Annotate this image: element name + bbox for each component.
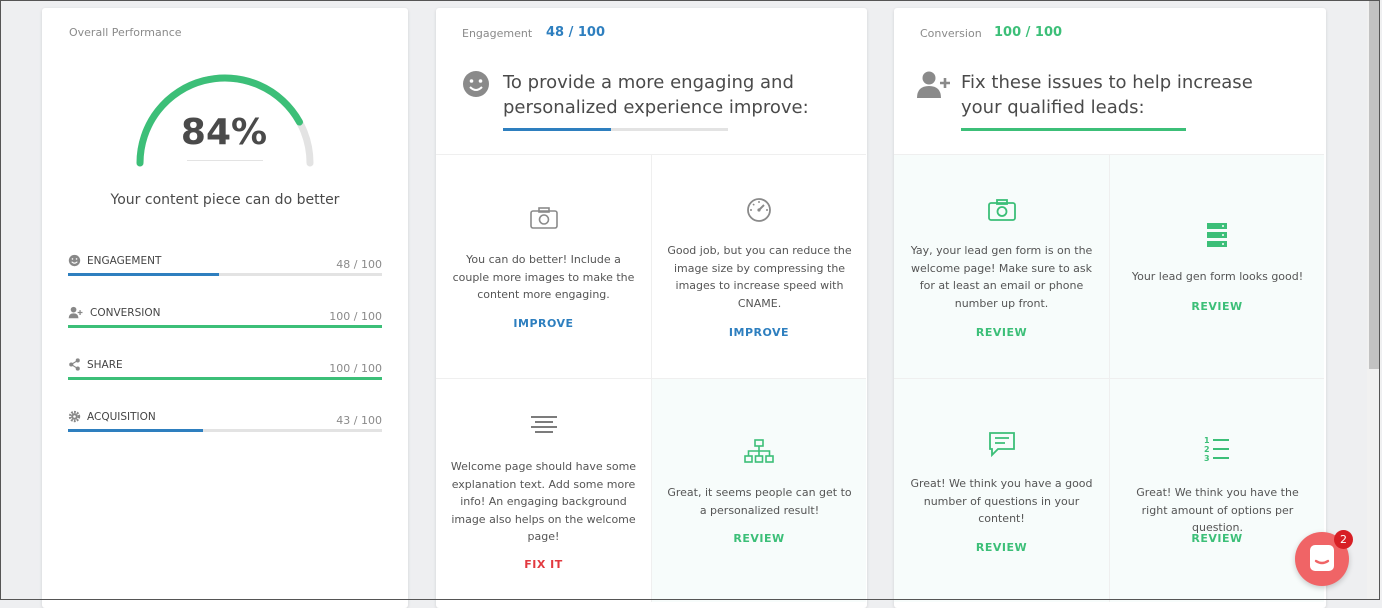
conversion-cell-lead-form-welcome: Yay, your lead gen form is on the welcom…	[894, 154, 1109, 378]
notification-badge: 2	[1334, 530, 1353, 549]
cell-text: Welcome page should have some explanatio…	[450, 460, 637, 543]
engagement-score: 48 / 100	[546, 25, 606, 40]
metric-bar	[68, 377, 382, 380]
improve-images-button[interactable]: IMPROVE	[436, 317, 651, 330]
conversion-cell-lead-form: Your lead gen form looks good! REVIEW	[1109, 154, 1324, 378]
svg-text:1: 1	[1204, 436, 1210, 445]
svg-text:2: 2	[1204, 445, 1210, 454]
engagement-label: Engagement	[462, 27, 533, 40]
review-questions-button[interactable]: REVIEW	[894, 541, 1109, 554]
engagement-cell-speed: Good job, but you can reduce the image s…	[651, 154, 866, 378]
metric-bar-fill	[68, 273, 219, 276]
cell-text: Great! We think you have the right amoun…	[1136, 486, 1299, 534]
overall-score: 84%	[180, 112, 268, 153]
engagement-cell-personalized: Great, it seems people can get to a pers…	[651, 378, 866, 602]
metric-bar	[68, 429, 382, 432]
metric-label: CONVERSION	[90, 306, 161, 319]
metric-label: SHARE	[87, 358, 123, 371]
numbered-list-icon: 123	[1204, 436, 1229, 463]
engagement-heading: To provide a more engaging and personali…	[503, 72, 809, 118]
review-form-button[interactable]: REVIEW	[1110, 300, 1324, 313]
conversion-card: Conversion 100 / 100 Fix these issues to…	[894, 8, 1326, 608]
metric-label: ACQUISITION	[87, 410, 156, 423]
conversion-progress-fill	[961, 128, 1186, 131]
cell-text: Great, it seems people can get to a pers…	[667, 486, 852, 517]
conversion-label: Conversion	[920, 27, 982, 40]
metric-bar-fill	[68, 377, 382, 380]
engagement-cell-welcome-text: Welcome page should have some explanatio…	[436, 378, 651, 602]
metric-bar	[68, 325, 382, 328]
conversion-heading: Fix these issues to help increase your q…	[961, 72, 1253, 118]
svg-text:3: 3	[1204, 454, 1210, 463]
metric-bar	[68, 273, 382, 276]
sitemap-icon	[744, 439, 774, 463]
metric-score: 43 / 100	[336, 414, 382, 427]
metric-bar-fill	[68, 325, 382, 328]
engagement-cell-images: You can do better! Include a couple more…	[436, 154, 651, 378]
camera-icon	[987, 199, 1016, 221]
comment-icon	[988, 432, 1015, 458]
improve-speed-button[interactable]: IMPROVE	[652, 326, 866, 339]
conversion-score: 100 / 100	[994, 25, 1063, 40]
camera-icon	[529, 207, 558, 229]
metric-score: 48 / 100	[336, 258, 382, 271]
overall-performance-card: Overall Performance 84% Your content pie…	[42, 8, 408, 608]
metric-label: ENGAGEMENT	[87, 254, 162, 267]
engagement-progress-fill	[503, 128, 611, 131]
metric-score: 100 / 100	[329, 310, 382, 323]
review-lead-form-button[interactable]: REVIEW	[894, 326, 1109, 339]
conversion-cell-options: 123 Great! We think you have the right a…	[1109, 378, 1324, 602]
review-options-button[interactable]: REVIEW	[1110, 532, 1324, 545]
scrollbar-thumb[interactable]	[1369, 1, 1379, 369]
conversion-progress	[961, 128, 1186, 131]
smile-icon	[68, 254, 81, 267]
engagement-card: Engagement 48 / 100 To provide a more en…	[436, 8, 867, 608]
gear-icon	[68, 410, 81, 423]
metric-bar-fill	[68, 429, 204, 432]
form-icon	[1207, 223, 1227, 247]
engagement-progress	[503, 128, 728, 131]
add-user-icon	[917, 71, 950, 98]
conversion-cell-questions: Great! We think you have a good number o…	[894, 378, 1109, 602]
cell-text: Good job, but you can reduce the image s…	[667, 244, 852, 310]
cell-text: Great! We think you have a good number o…	[910, 477, 1093, 525]
share-icon	[69, 358, 80, 371]
review-personalized-button[interactable]: REVIEW	[652, 532, 866, 545]
smile-icon	[463, 71, 489, 97]
add-user-icon	[68, 306, 83, 319]
overall-message: Your content piece can do better	[110, 192, 340, 208]
cell-text: You can do better! Include a couple more…	[452, 253, 635, 301]
overall-performance-title: Overall Performance	[69, 26, 182, 39]
fix-it-button[interactable]: FIX IT	[436, 558, 651, 571]
cell-text: Your lead gen form looks good!	[1131, 270, 1304, 283]
cell-text: Yay, your lead gen form is on the welcom…	[910, 244, 1093, 310]
text-lines-icon	[530, 416, 557, 433]
speedometer-icon	[747, 198, 771, 222]
score-underline	[187, 160, 263, 161]
metric-score: 100 / 100	[329, 362, 382, 375]
